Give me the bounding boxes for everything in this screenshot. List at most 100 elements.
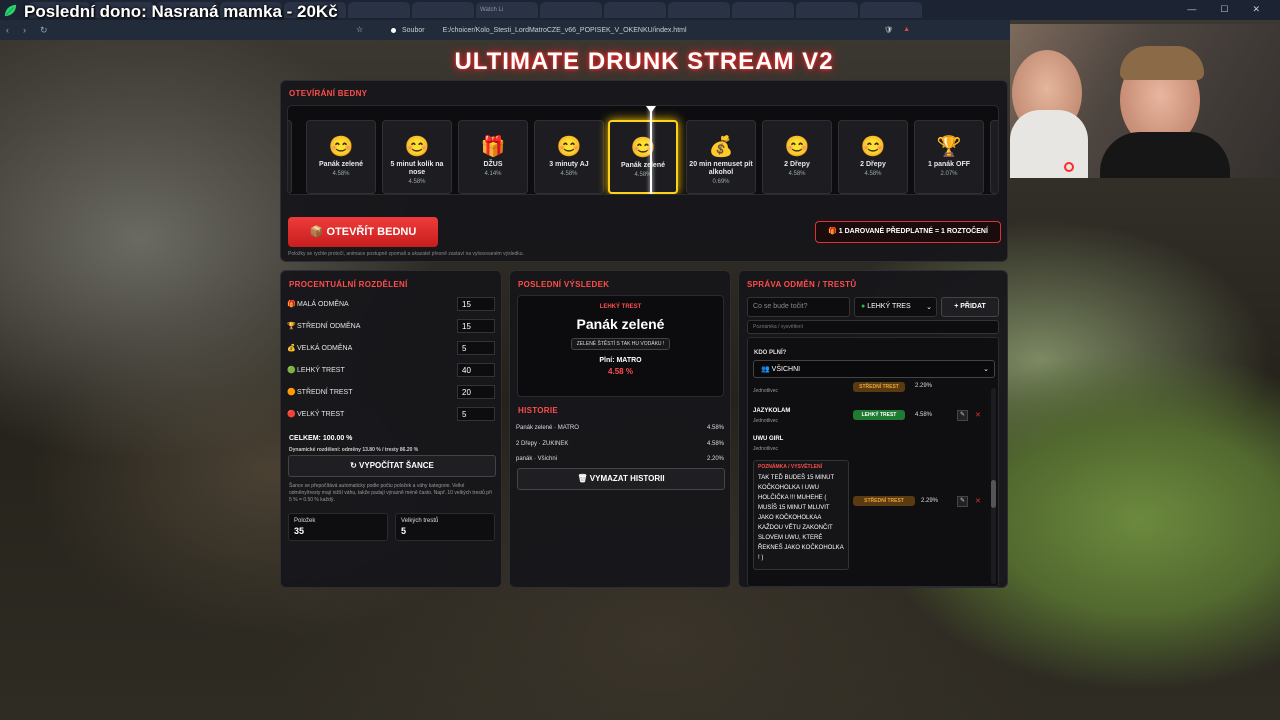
shield-icon[interactable]: 🛡: [884, 26, 893, 34]
window-controls: — ☐ ✕: [1187, 4, 1260, 15]
card-percent: 4.58%: [634, 172, 652, 178]
pointer-arrow-icon: [646, 106, 656, 113]
big-penalty-input[interactable]: [457, 407, 495, 421]
item-pct: 2.29%: [915, 383, 933, 389]
medium-reward-input[interactable]: [457, 319, 495, 333]
alert-icon[interactable]: ▲: [903, 26, 910, 34]
category-select[interactable]: ● LEHKÝ TRES ⌄: [854, 297, 937, 317]
address-bar-icons: 🛡 ▲: [884, 26, 910, 34]
browser-tab[interactable]: [348, 2, 410, 18]
card-percent: 4.58%: [864, 171, 882, 177]
note-popup: POZNÁMKA / VYSVĚTLENÍ TAK TEĎ BUDEŠ 15 M…: [753, 460, 849, 570]
result-tag: ZELENÉ ŠTĚSTÍ S TAK HU VODÁKU !: [570, 338, 671, 350]
browser-tab[interactable]: [540, 2, 602, 18]
card-name: 20 min nemuset pít alkohol: [689, 161, 753, 176]
card-name: 5 minut kolík na nose: [390, 161, 444, 176]
chevron-down-icon: ⌄: [926, 304, 932, 311]
stat-label: Velkých trestů: [401, 518, 439, 524]
card-percent: 0.69%: [712, 179, 730, 185]
browser-tab[interactable]: [860, 2, 922, 18]
forward-icon[interactable]: ›: [23, 25, 34, 35]
reload-icon[interactable]: ↻: [40, 25, 51, 36]
result-percent: 4.58 %: [608, 367, 633, 376]
site-info-icon[interactable]: [391, 27, 396, 33]
roulette-hint: Položky se rychle protočí, animace postu…: [288, 251, 524, 257]
row-label: STŘEDNÍ ODMĚNA: [297, 322, 361, 330]
roulette-card: 🏆 1 panák OFF 2.07%: [914, 120, 984, 194]
medium-penalty-input[interactable]: [457, 385, 495, 399]
money-bag-icon: 💰: [708, 136, 734, 158]
history-text: panák · Všichni: [516, 456, 558, 462]
close-window-icon[interactable]: ✕: [1252, 4, 1260, 15]
card-percent: 4.58%: [788, 171, 806, 177]
result-panel: POSLEDNÍ VÝSLEDEK LEHKÝ TREST Panák zele…: [509, 270, 731, 588]
card-percent: 4.58%: [332, 171, 350, 177]
app-title: ULTIMATE DRUNK STREAM V2: [454, 48, 834, 75]
card-name: Panák zelené: [621, 162, 665, 169]
roulette-card-selected: 😊 Panák zelené 4.58%: [608, 120, 678, 194]
roulette-card: 😊 2 Dřepy 4.58%: [762, 120, 832, 194]
gift-icon: 🎁: [287, 301, 296, 308]
history-title: HISTORIE: [518, 406, 559, 415]
small-reward-input[interactable]: [457, 297, 495, 311]
refresh-icon: ↻: [350, 461, 360, 470]
url-field[interactable]: Soubor E:/choicer/Kolo_Stesti_LordMatroC…: [391, 27, 687, 34]
list-scrollbar[interactable]: [991, 388, 996, 584]
row-label: VELKÁ ODMĚNA: [297, 344, 353, 352]
browser-tab[interactable]: [412, 2, 474, 18]
roulette-card: 2: [990, 120, 998, 194]
delete-icon[interactable]: ✕: [975, 411, 981, 419]
browser-tab[interactable]: [796, 2, 858, 18]
history-pct: 4.58%: [706, 425, 724, 431]
delete-icon[interactable]: ✕: [975, 497, 981, 505]
who-select[interactable]: 👥 VŠICHNI ⌄: [753, 360, 995, 378]
history-pct: 2.20%: [706, 456, 724, 462]
browser-tab[interactable]: [732, 2, 794, 18]
browser-tab[interactable]: [604, 2, 666, 18]
red-dot-icon: 🔴: [287, 411, 296, 418]
light-penalty-input[interactable]: [457, 363, 495, 377]
card-icon: 😊: [404, 136, 430, 158]
clear-history-button[interactable]: 🗑 VYMAZAT HISTORII: [517, 468, 725, 490]
history-text: Panák zelené · MATRO: [516, 425, 579, 431]
note-input[interactable]: Poznámka / vysvětlení: [747, 320, 999, 334]
distribution-title: PROCENTUÁLNÍ ROZDĚLENÍ: [289, 280, 408, 289]
open-crate-button[interactable]: 📦 OTEVŘÍT BEDNU: [288, 217, 438, 247]
card-percent: 4.58%: [560, 171, 578, 177]
browser-tab[interactable]: [668, 2, 730, 18]
history-item: panák · Všichni 2.20%: [516, 456, 724, 462]
list-item: UWU GIRL Jednotlivec POZNÁMKA / VYSVĚTLE…: [753, 436, 993, 586]
roulette-pointer: [650, 106, 652, 194]
card-icon: 😊: [556, 136, 582, 158]
stat-value: 5: [401, 526, 407, 536]
result-name: Panák zelené: [576, 316, 665, 332]
edit-icon[interactable]: ✎: [957, 496, 968, 507]
url-scheme-label: Soubor: [402, 26, 425, 34]
roulette-card: 😊 5 minut kolík na nose 4.58%: [382, 120, 452, 194]
browser-tab[interactable]: Watch Li: [476, 2, 538, 18]
subscription-badge: 🎁 1 DAROVANÉ PŘEDPLATNÉ = 1 ROZTOČENÍ: [815, 221, 1001, 243]
card-name: 1 panák OFF: [927, 161, 970, 168]
distribution-row: 🟢 LEHKÝ TREST: [287, 363, 497, 377]
history-text: 2 Dřepy · ZUKINEK: [516, 441, 569, 447]
row-label: MALÁ ODMĚNA: [297, 300, 349, 308]
add-item-button[interactable]: + PŘIDAT: [941, 297, 999, 317]
bookmark-icon[interactable]: ☆: [356, 25, 363, 34]
card-name: DŽUS: [483, 161, 503, 168]
dynamic-split-label: Dynamické rozdělení: odměny 13.80 % / tr…: [289, 447, 419, 453]
back-icon[interactable]: ‹: [6, 25, 17, 35]
gift-icon: 🎁: [480, 136, 506, 158]
calculate-label: VYPOČÍTAT ŠANCE: [359, 461, 434, 470]
item-name-input[interactable]: Co se bude točit?: [747, 297, 850, 317]
open-crate-label: OTEVŘÍT BEDNU: [326, 226, 417, 238]
maximize-icon[interactable]: ☐: [1220, 4, 1228, 15]
stat-label: Položek: [294, 518, 316, 524]
distribution-row: 🏆 STŘEDNÍ ODMĚNA: [287, 319, 497, 333]
history-pct: 4.58%: [706, 441, 724, 447]
big-reward-input[interactable]: [457, 341, 495, 355]
minimize-icon[interactable]: —: [1187, 4, 1196, 15]
calculate-chances-button[interactable]: ↻ VYPOČÍTAT ŠANCE: [288, 455, 496, 477]
items-list: KDO PLNÍ? 👥 VŠICHNI ⌄ Jednotlivec STŘEDNÍ…: [747, 337, 999, 587]
edit-icon[interactable]: ✎: [957, 410, 968, 421]
donor-banner: Poslední dono: Nasraná mamka - 20Kč: [24, 2, 338, 21]
